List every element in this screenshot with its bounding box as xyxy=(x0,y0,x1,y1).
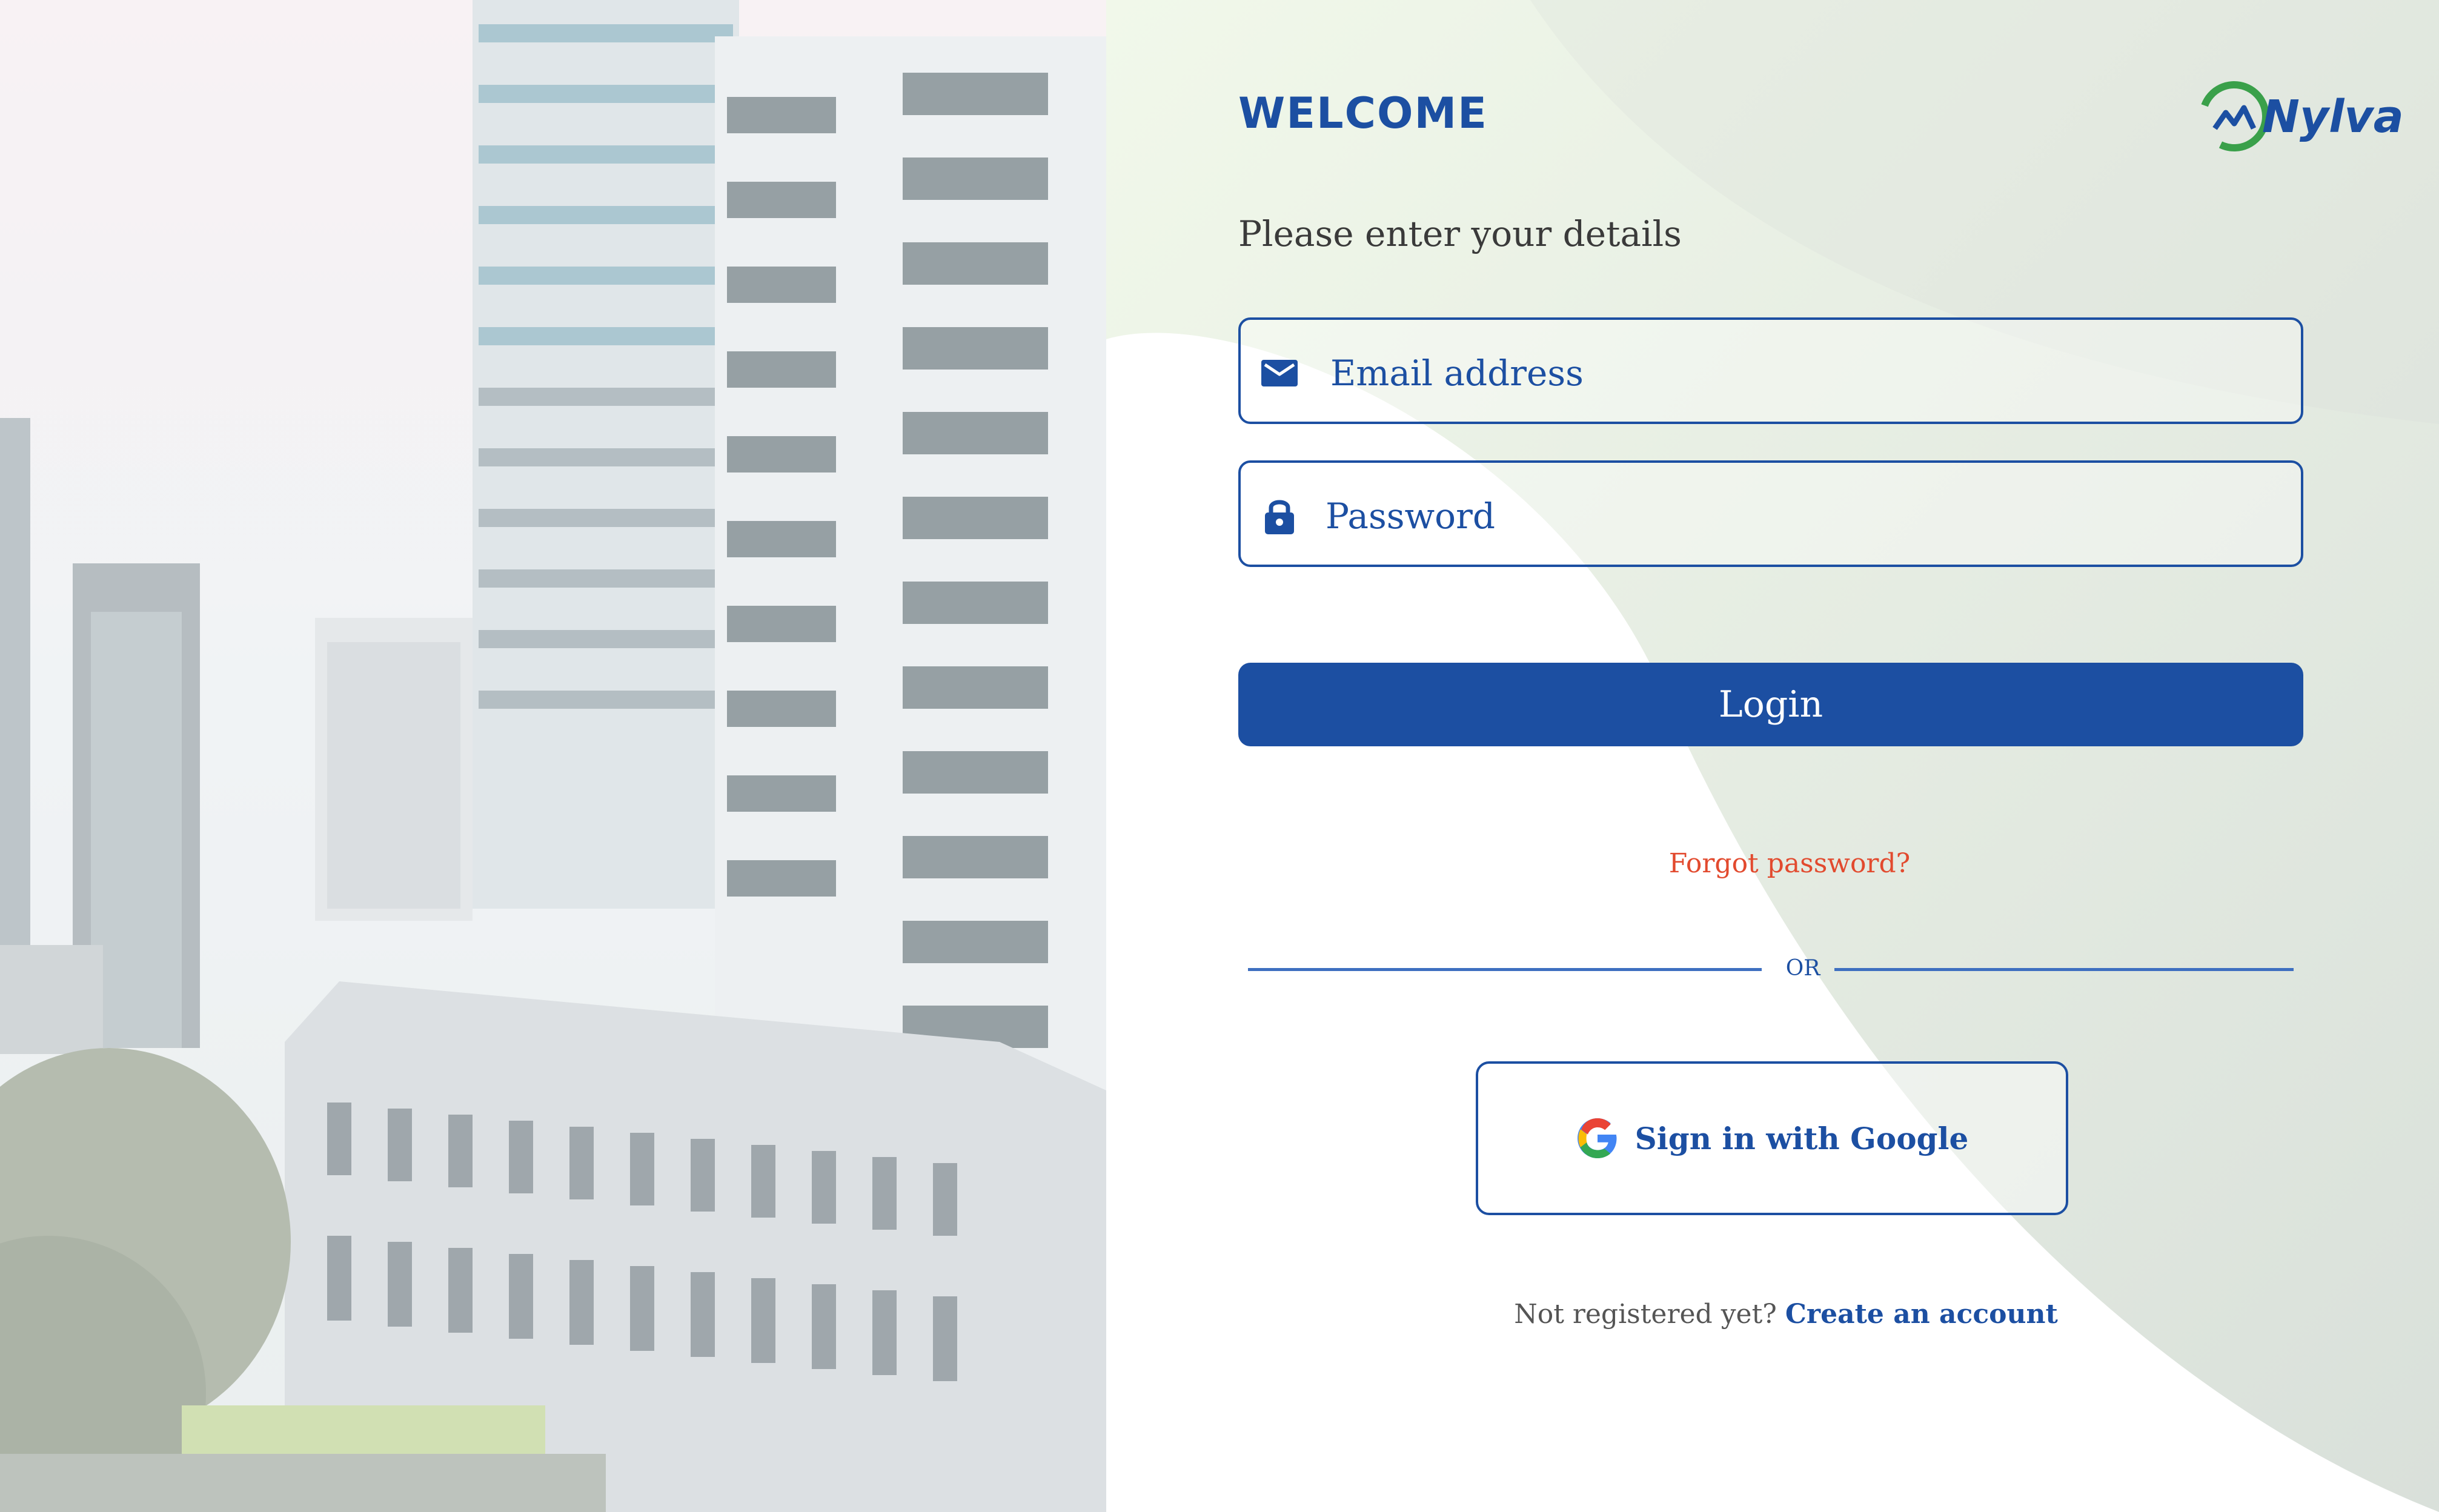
or-divider: OR xyxy=(1248,952,2294,986)
forgot-password-link[interactable]: Forgot password? xyxy=(1669,848,1910,879)
register-prompt: Not registered yet? xyxy=(1514,1299,1777,1330)
logo-text: Nylva xyxy=(2262,91,2404,143)
forgot-password-row: Forgot password? xyxy=(1106,848,2439,879)
google-signin-button[interactable]: Sign in with Google xyxy=(1476,1061,2068,1215)
create-account-link[interactable]: Create an account xyxy=(1785,1299,2058,1330)
building-photo xyxy=(0,0,1106,1512)
login-button[interactable]: Login xyxy=(1238,663,2303,746)
password-field[interactable] xyxy=(1238,460,2303,567)
lock-icon xyxy=(1265,500,1294,534)
form-subtitle: Please enter your details xyxy=(1238,213,1682,254)
google-icon xyxy=(1577,1118,1617,1158)
email-field[interactable] xyxy=(1238,317,2303,424)
email-input[interactable] xyxy=(1330,344,2275,402)
password-input[interactable] xyxy=(1326,487,2271,545)
register-row: Not registered yet? Create an account xyxy=(1106,1299,2439,1330)
google-signin-label: Sign in with Google xyxy=(1634,1120,1969,1156)
welcome-heading: WELCOME xyxy=(1238,88,1488,138)
divider-label: OR xyxy=(1785,956,1820,981)
nylva-logo: Nylva xyxy=(2197,73,2404,164)
login-panel: WELCOME Nylva Please enter your details … xyxy=(1106,0,2439,1512)
divider-line-right xyxy=(1834,968,2294,971)
divider-line-left xyxy=(1248,968,1762,971)
envelope-icon xyxy=(1261,360,1298,386)
